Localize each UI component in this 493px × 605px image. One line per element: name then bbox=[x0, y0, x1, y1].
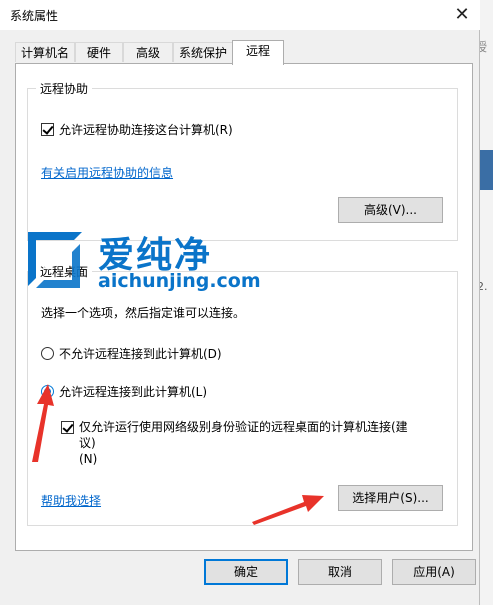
advanced-button[interactable]: 高级(V)... bbox=[338, 197, 443, 223]
tab-remote[interactable]: 远程 bbox=[232, 40, 284, 65]
title-bar[interactable]: 系统属性 ✕ bbox=[0, 0, 480, 30]
allow-remote-label: 允许远程连接到此计算机(L) bbox=[59, 385, 208, 399]
window-title: 系统属性 bbox=[10, 9, 59, 23]
allow-remote-assistance-label: 允许远程协助连接这台计算机(R) bbox=[59, 123, 233, 137]
tab-strip: 计算机名 硬件 高级 系统保护 远程 bbox=[15, 40, 475, 65]
tab-hardware[interactable]: 硬件 bbox=[75, 42, 123, 62]
select-users-button[interactable]: 选择用户(S)... bbox=[338, 485, 443, 511]
apply-button[interactable]: 应用(A) bbox=[392, 559, 476, 585]
checkbox-checked-icon[interactable] bbox=[41, 123, 54, 136]
close-icon[interactable]: ✕ bbox=[450, 3, 474, 27]
cancel-button[interactable]: 取消 bbox=[298, 559, 382, 585]
remote-desktop-group: 远程桌面 选择一个选项，然后指定谁可以连接。 不允许远程连接到此计算机(D) 允… bbox=[27, 263, 458, 526]
nla-label-line2: (N) bbox=[79, 452, 98, 466]
radio-selected-icon[interactable] bbox=[41, 385, 54, 398]
allow-remote-radio[interactable]: 允许远程连接到此计算机(L) bbox=[41, 383, 207, 400]
help-me-choose-link[interactable]: 帮助我选择 bbox=[41, 492, 101, 509]
checkbox-checked-icon[interactable] bbox=[61, 421, 74, 434]
tab-advanced[interactable]: 高级 bbox=[123, 42, 173, 62]
remote-tab-panel: 远程协助 允许远程协助连接这台计算机(R) 有关启用远程协助的信息 高级(V).… bbox=[15, 63, 473, 551]
allow-remote-assistance-checkbox[interactable]: 允许远程协助连接这台计算机(R) bbox=[41, 121, 233, 138]
remote-assistance-group: 远程协助 允许远程协助连接这台计算机(R) 有关启用远程协助的信息 高级(V).… bbox=[27, 80, 458, 241]
nla-checkbox[interactable]: 仅允许运行使用网络级别身份验证的远程桌面的计算机连接(建议) (N) bbox=[61, 419, 421, 467]
deny-remote-radio[interactable]: 不允许远程连接到此计算机(D) bbox=[41, 345, 222, 362]
nla-label: 仅允许运行使用网络级别身份验证的远程桌面的计算机连接(建议) (N) bbox=[79, 419, 421, 467]
ok-button[interactable]: 确定 bbox=[204, 559, 288, 585]
remote-assistance-title: 远程协助 bbox=[36, 80, 93, 97]
tab-system-protection[interactable]: 系统保护 bbox=[173, 42, 233, 62]
deny-remote-label: 不允许远程连接到此计算机(D) bbox=[59, 347, 222, 361]
remote-assistance-info-link[interactable]: 有关启用远程协助的信息 bbox=[41, 164, 173, 181]
remote-desktop-title: 远程桌面 bbox=[36, 263, 93, 280]
remote-desktop-instruction: 选择一个选项，然后指定谁可以连接。 bbox=[41, 306, 246, 320]
nla-label-line1: 仅允许运行使用网络级别身份验证的远程桌面的计算机连接(建议) bbox=[79, 420, 408, 450]
system-properties-dialog: 系统属性 ✕ 计算机名 硬件 高级 系统保护 远程 远程协助 允许远程协助连接这… bbox=[0, 0, 480, 605]
radio-unselected-icon[interactable] bbox=[41, 347, 54, 360]
tab-computer-name[interactable]: 计算机名 bbox=[15, 42, 75, 62]
